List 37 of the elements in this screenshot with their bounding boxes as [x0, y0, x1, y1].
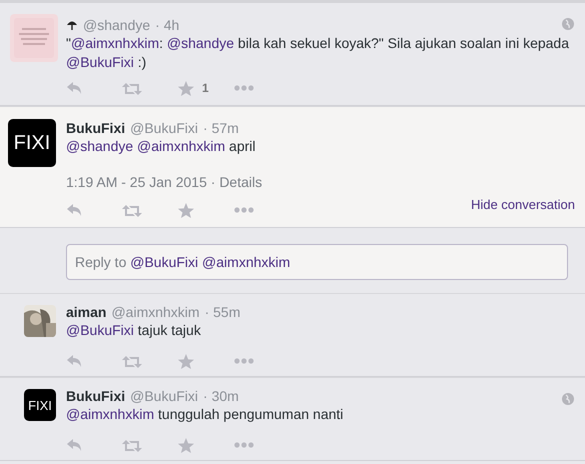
user-name[interactable]: BukuFixi — [66, 387, 126, 405]
retweet-icon[interactable] — [122, 203, 142, 217]
star-icon[interactable] — [178, 202, 194, 218]
star-icon[interactable] — [178, 354, 194, 368]
mention-link[interactable]: @aimxnhxkim — [70, 35, 160, 51]
retweet-icon[interactable] — [122, 438, 142, 452]
reply-icon[interactable] — [66, 438, 82, 452]
hide-conversation-link[interactable]: Hide conversation — [470, 196, 575, 212]
tweet-text: @shandye @aimxnhxkim april — [66, 137, 257, 156]
retweet-icon[interactable] — [122, 354, 142, 368]
mention-link[interactable]: @shandye — [66, 138, 134, 154]
more-icon[interactable] — [234, 442, 254, 448]
more-icon[interactable] — [234, 358, 254, 364]
tweet-text: @aimxnhxkim tunggulah pengumuman nanti — [66, 405, 344, 424]
user-name[interactable]: BukuFixi — [66, 119, 126, 137]
mention-link[interactable]: @shandye — [166, 35, 234, 51]
user-name[interactable]: aiman — [66, 303, 106, 321]
avatar-logo: FIXI — [24, 389, 56, 421]
avatar-logo: FIXI — [8, 119, 56, 167]
more-icon[interactable] — [234, 207, 254, 213]
favorite-count: 1 — [202, 81, 209, 95]
star-icon[interactable] — [178, 80, 194, 96]
mention-link[interactable]: @aimxnhxkim — [137, 138, 226, 154]
mention-link[interactable]: @BukuFixi — [66, 54, 134, 70]
tweet-text: "@aimxnhxkim: @shandye bila kah sekuel koyak?" Sila ajukan soalan ini kepada @BukuFixi :) — [66, 34, 570, 72]
reply-field[interactable]: Reply to @BukuFixi @aimxnhxkim — [66, 244, 568, 280]
reply-icon[interactable] — [66, 354, 82, 368]
tweet-timestamp: 1:19 AM - 25 Jan 2015 — [66, 174, 207, 190]
details-link[interactable]: · Details — [210, 174, 262, 190]
mention-link[interactable]: @BukuFixi — [66, 322, 134, 338]
reply-icon[interactable] — [66, 81, 82, 95]
tweet-text: @BukuFixi tajuk tajuk — [66, 321, 202, 340]
star-icon[interactable] — [178, 438, 194, 452]
reply-icon[interactable] — [66, 203, 82, 217]
retweet-icon[interactable] — [122, 81, 142, 95]
more-icon[interactable] — [234, 85, 254, 91]
mention-link[interactable]: @aimxnhxkim — [66, 406, 154, 422]
